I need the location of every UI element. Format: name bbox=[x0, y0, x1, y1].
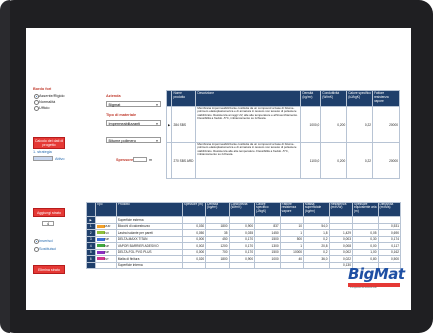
layer-stepper[interactable]: 4 bbox=[42, 221, 54, 226]
cell: 0,200 bbox=[320, 142, 348, 179]
delete-layer-button[interactable]: Elimina strato bbox=[33, 265, 65, 274]
layer-cell bbox=[279, 261, 305, 269]
layer-type-code: ISO bbox=[104, 231, 109, 235]
layer-type-code: IMP bbox=[104, 244, 110, 248]
layer-cell bbox=[205, 261, 230, 269]
azienda-label: Azienda bbox=[106, 94, 121, 98]
tablet-frame: Bordo fori Assente/Rigido Normalità Uffi… bbox=[0, 0, 433, 333]
layers-header: Conduttività (W/mK) bbox=[228, 202, 256, 217]
layers-header: Densità (kg/m³) bbox=[205, 202, 230, 217]
azienda-select[interactable]: Bigmat ▼ bbox=[106, 101, 161, 107]
layer-type-code: MUR bbox=[104, 225, 111, 229]
product-header: Fattore resistenza vapore bbox=[372, 90, 400, 107]
layer-type-code: IMP bbox=[104, 238, 110, 242]
layer-color-swatch bbox=[96, 237, 105, 241]
azienda-value: Bigmat bbox=[108, 103, 121, 107]
layer-color-swatch bbox=[96, 224, 105, 228]
cell: 1000,0 bbox=[300, 106, 322, 143]
layers-header: Resistenza (m²K/W) bbox=[328, 202, 353, 217]
section-title: Bordo fori bbox=[33, 87, 52, 91]
logo-tagline: Il magazzino dei materiali edili bbox=[350, 287, 377, 289]
tipo-value: Impermeabilizzanti bbox=[108, 122, 141, 126]
brand-logo: BigMat Il magazzino dei materiali edili bbox=[348, 265, 405, 289]
cell: 1100,0 bbox=[300, 142, 322, 179]
layer-color-swatch bbox=[96, 250, 105, 254]
cell: 0,200 bbox=[320, 106, 348, 143]
cell: 20000 bbox=[372, 142, 400, 179]
radio-label: Ufficio bbox=[39, 105, 50, 110]
name: SBS bbox=[179, 122, 187, 127]
layer-type-code: IMP bbox=[104, 251, 110, 255]
layers-header: Spessore equivalente aria (m) bbox=[351, 202, 379, 217]
layer-product: Superficie interna bbox=[115, 261, 183, 269]
layer-cell bbox=[303, 261, 330, 269]
layers-header: Massa superficiale (kg/m²) bbox=[303, 202, 330, 217]
prodotto-value: Bitume polimero bbox=[108, 139, 136, 143]
product-header: Densità (kg/m³) bbox=[300, 90, 322, 107]
logo-text: BigMat bbox=[348, 265, 405, 283]
radio-label: Sostituisci bbox=[39, 246, 57, 251]
chevron-down-icon: ▼ bbox=[155, 122, 159, 126]
layer-color-swatch bbox=[96, 231, 105, 235]
product-header: Nome prodotto bbox=[171, 90, 197, 107]
product-header: Calore specifico (kJ/kgK) bbox=[346, 90, 374, 107]
prodotto-select[interactable]: Bitume polimero ▼ bbox=[106, 137, 161, 143]
product-code: 284 SBS bbox=[171, 106, 197, 143]
layer-color-swatch bbox=[96, 257, 105, 261]
name: SBS ARD bbox=[179, 158, 194, 163]
add-layer-button[interactable]: Aggiungi strato bbox=[33, 208, 65, 217]
layers-header: Tipo bbox=[94, 202, 117, 217]
product-code: 270 SBS ARD bbox=[171, 142, 197, 179]
row-selector[interactable] bbox=[86, 261, 96, 269]
product-description: Membrana impermeabilizzante costituita d… bbox=[195, 142, 302, 179]
strategy-label: 1. strategia bbox=[33, 150, 52, 154]
tablet-bezel bbox=[0, 0, 10, 333]
layer-cell bbox=[181, 261, 207, 269]
layers-header: Spessore (m) bbox=[181, 202, 207, 217]
layer-type-code: INT bbox=[104, 257, 109, 261]
table-row[interactable]: ▶ 284 SBS Membrana impermeabilizzante co… bbox=[165, 106, 400, 143]
radio-label: Normalità bbox=[39, 99, 56, 104]
spessore-unit: m bbox=[149, 158, 153, 162]
cell: 0,22 bbox=[346, 142, 374, 179]
layers-header bbox=[86, 202, 96, 217]
layer-color-swatch bbox=[96, 244, 105, 248]
radio-label: Inserisci bbox=[39, 238, 53, 243]
layer-type bbox=[94, 261, 117, 269]
code: 270 bbox=[173, 158, 179, 163]
app-screen: Bordo fori Assente/Rigido Normalità Uffi… bbox=[26, 28, 411, 310]
table-row[interactable]: 270 SBS ARD Membrana impermeabilizzante … bbox=[165, 142, 400, 179]
calc-button[interactable]: Calcolo dei dati di progetto bbox=[33, 137, 65, 149]
strategy-input[interactable] bbox=[33, 156, 53, 161]
cell: 20000 bbox=[372, 106, 400, 143]
product-table: Nome prodotto Descrizione Densità (kg/m³… bbox=[165, 90, 400, 179]
product-description: Membrana impermeabilizzante costituita d… bbox=[195, 106, 302, 143]
layers-table: Tipo Prodotto Spessore (m) Densità (kg/m³) C… bbox=[86, 202, 402, 269]
chevron-down-icon: ▼ bbox=[155, 103, 159, 107]
spessore-input[interactable] bbox=[133, 157, 147, 162]
spessore-label: Spessore bbox=[116, 158, 134, 162]
product-header: Descrizione bbox=[195, 90, 302, 107]
chevron-down-icon: ▼ bbox=[155, 139, 159, 143]
active-label: Attivo bbox=[55, 156, 65, 161]
layers-header: Prodotto bbox=[115, 202, 183, 217]
layer-cell bbox=[228, 261, 256, 269]
tipo-select[interactable]: Impermeabilizzanti ▼ bbox=[106, 120, 161, 126]
code: 284 bbox=[173, 122, 179, 127]
radio-label: Assente/Rigido bbox=[39, 93, 65, 98]
layer-cell bbox=[254, 261, 281, 269]
layers-header: Fattore resistenza vapore bbox=[279, 202, 305, 217]
tipo-label: Tipo di materiale bbox=[106, 113, 137, 117]
cell: 0,22 bbox=[346, 106, 374, 143]
layers-header: Calore specifico (J/kgK) bbox=[254, 202, 281, 217]
layers-header: Diffusività (m²/Ms) bbox=[377, 202, 402, 217]
product-header: Conduttività (W/mK) bbox=[320, 90, 348, 107]
